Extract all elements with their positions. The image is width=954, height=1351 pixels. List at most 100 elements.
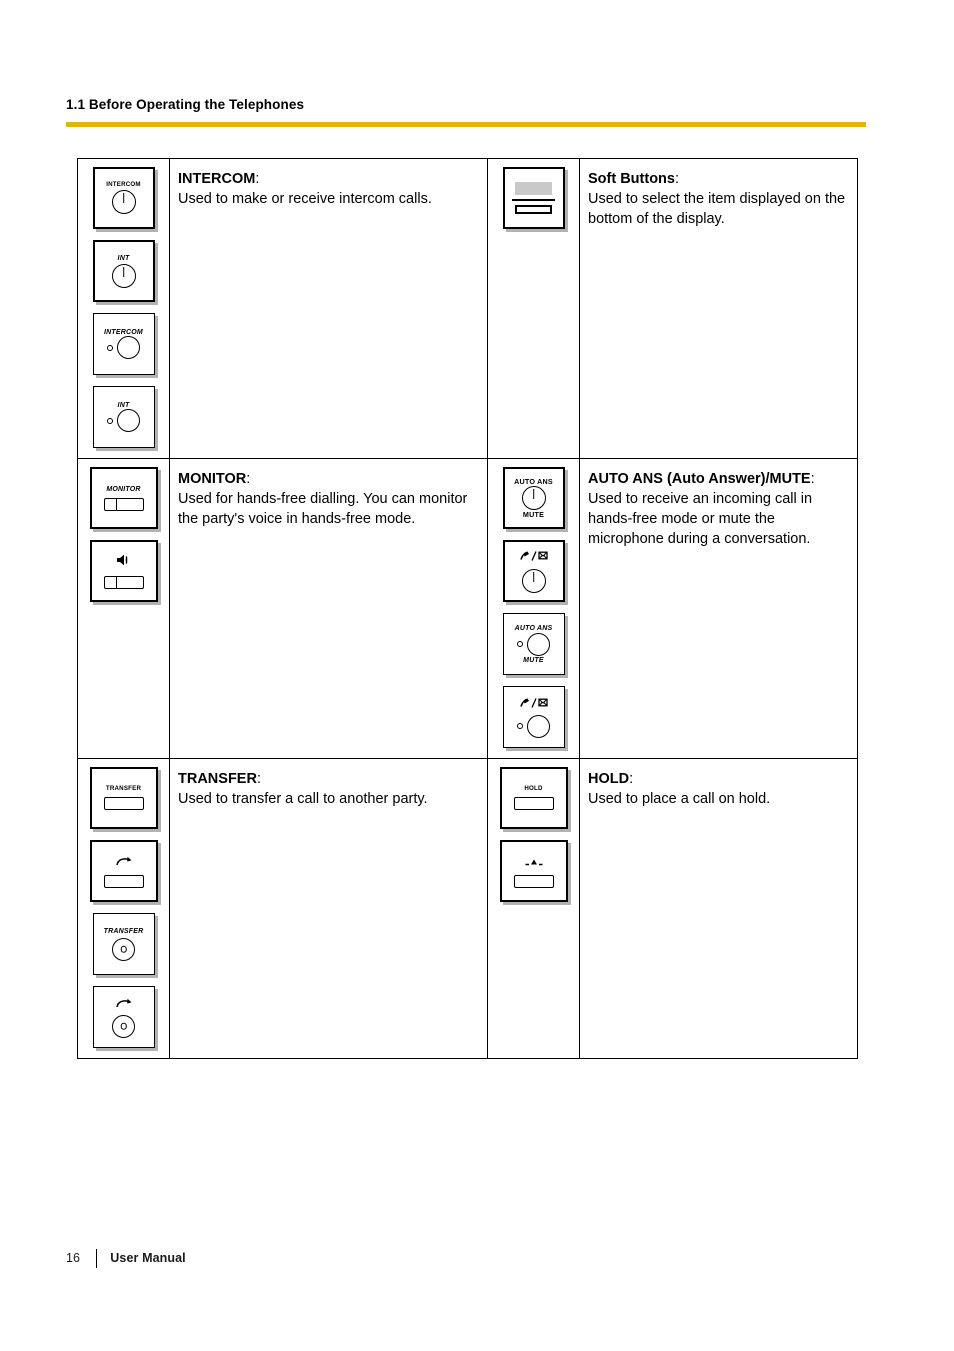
round-key-icon xyxy=(117,336,140,359)
colon: : xyxy=(246,471,251,487)
key-label: INTERCOM xyxy=(104,329,143,336)
transfer-key-bar: TRANSFER xyxy=(89,767,158,829)
page-header: 1.1 Before Operating the Telephones xyxy=(66,97,866,127)
transfer-title: TRANSFER xyxy=(178,771,257,787)
page-number: 16 xyxy=(66,1251,80,1265)
auto-ans-mute-key-icons-cell: AUTO ANS MUTE AUTO ANS MUTE xyxy=(487,458,580,759)
monitor-key-bar: MONITOR xyxy=(89,467,158,529)
hold-key-icons-cell: HOLD xyxy=(487,758,580,1059)
soft-buttons-description-cell: Soft Buttons: Used to select the item di… xyxy=(579,158,858,459)
auto-ans-mute-title: AUTO ANS (Auto Answer)/MUTE xyxy=(588,471,811,487)
monitor-description-cell: MONITOR: Used for hands-free dialling. Y… xyxy=(169,458,488,759)
key-label: AUTO ANS xyxy=(514,624,553,632)
transfer-arrow-icon xyxy=(114,997,134,1013)
led-indicator-icon xyxy=(107,344,113,351)
round-notch-icon xyxy=(521,568,546,593)
colon: : xyxy=(255,171,260,187)
auto-ans-mute-body: Used to receive an incoming call in hand… xyxy=(588,491,813,547)
display-area-icon xyxy=(515,181,552,195)
intercom-key-led-round: INTERCOM xyxy=(92,313,155,375)
soft-buttons-display-key xyxy=(502,167,565,229)
footer-divider xyxy=(95,1248,98,1268)
soft-buttons-body: Used to select the item displayed on the… xyxy=(588,191,846,227)
round-key-icon xyxy=(527,714,550,738)
page-title: 1.1 Before Operating the Telephones xyxy=(66,97,305,112)
monitor-key-icons-cell: MONITOR xyxy=(77,458,170,759)
bar-key-icon xyxy=(513,874,554,888)
bar-key-icon xyxy=(103,797,144,811)
bar-key-icon xyxy=(103,497,144,511)
transfer-body: Used to transfer a call to another party… xyxy=(178,791,428,807)
table-row: TRANSFER TRANSFER TRANSFER: Used to tran… xyxy=(77,758,858,1059)
led-and-round-key-icon xyxy=(517,714,550,738)
auto-ans-mute-glyph-key-round-notch xyxy=(502,540,565,602)
round-notch-icon xyxy=(111,190,136,215)
colon: : xyxy=(674,171,680,187)
auto-ans-mute-key-led-round: AUTO ANS MUTE xyxy=(502,613,565,675)
page-footer: 16 User Manual xyxy=(66,1248,186,1268)
hold-key-glyph-bar xyxy=(499,840,568,902)
transfer-key-round-dot: TRANSFER xyxy=(92,913,155,975)
button-reference-table: INTERCOM INT INTERCOM INT INTERCOM: Used… xyxy=(77,158,858,1059)
key-label-bottom: MUTE xyxy=(523,656,544,664)
intercom-key-round-notch: INTERCOM xyxy=(92,167,155,229)
bar-key-icon xyxy=(103,874,144,888)
int-key-led-round: INT xyxy=(92,386,155,448)
display-divider-icon xyxy=(512,198,555,202)
mic-mute-icon xyxy=(519,550,549,566)
round-dot-key-icon xyxy=(112,1014,135,1038)
auto-ans-mute-description-cell: AUTO ANS (Auto Answer)/MUTE: Used to rec… xyxy=(579,458,858,759)
int-key-round-notch: INT xyxy=(92,240,155,302)
led-indicator-icon xyxy=(107,417,113,424)
key-label: MONITOR xyxy=(106,485,141,493)
round-key-icon xyxy=(527,632,550,656)
speaker-icon xyxy=(116,553,132,571)
auto-ans-mute-glyph-key-led-round xyxy=(502,686,565,748)
intercom-key-icons-cell: INTERCOM INT INTERCOM INT xyxy=(77,158,170,459)
colon: : xyxy=(256,771,261,787)
monitor-key-speaker-bar xyxy=(89,540,158,602)
transfer-key-arrow-round-dot xyxy=(92,986,155,1048)
led-and-round-key-icon xyxy=(517,632,550,656)
intercom-title: INTERCOM xyxy=(178,171,256,187)
table-row: MONITOR MONITOR: Used for hands-free dia… xyxy=(77,458,858,759)
key-label: TRANSFER xyxy=(105,784,142,792)
monitor-title: MONITOR xyxy=(178,471,247,487)
colon: : xyxy=(629,771,634,787)
round-notch-icon xyxy=(111,263,136,288)
intercom-body: Used to make or receive intercom calls. xyxy=(178,191,432,207)
monitor-body: Used for hands-free dialling. You can mo… xyxy=(178,491,468,527)
key-label: HOLD xyxy=(524,784,543,792)
soft-buttons-title: Soft Buttons xyxy=(588,171,675,187)
led-and-round-key-icon xyxy=(107,409,140,432)
hold-description-cell: HOLD: Used to place a call on hold. xyxy=(579,758,858,1059)
key-label: AUTO ANS xyxy=(514,476,553,486)
key-label: INT xyxy=(117,402,130,409)
led-indicator-icon xyxy=(517,641,523,647)
transfer-key-icons-cell: TRANSFER TRANSFER xyxy=(77,758,170,1059)
key-label: INT xyxy=(117,254,130,262)
round-key-icon xyxy=(117,409,140,432)
soft-button-bar-icon xyxy=(515,205,552,215)
table-row: INTERCOM INT INTERCOM INT INTERCOM: Used… xyxy=(77,158,858,459)
soft-buttons-key-icons-cell xyxy=(487,158,580,459)
hold-body: Used to place a call on hold. xyxy=(588,791,771,807)
key-label-bottom: MUTE xyxy=(522,510,545,519)
transfer-arrow-icon xyxy=(114,855,134,871)
led-indicator-icon xyxy=(517,723,523,729)
auto-ans-mute-key-round-notch: AUTO ANS MUTE xyxy=(502,467,565,529)
key-label: TRANSFER xyxy=(103,927,144,935)
key-label: INTERCOM xyxy=(106,180,141,188)
hold-icon xyxy=(523,855,545,871)
hold-key-bar: HOLD xyxy=(499,767,568,829)
mic-mute-icon xyxy=(519,697,549,713)
header-rule xyxy=(66,121,866,127)
hold-title: HOLD xyxy=(588,771,630,787)
bar-key-icon xyxy=(513,797,554,811)
intercom-description-cell: INTERCOM: Used to make or receive interc… xyxy=(169,158,488,459)
round-notch-icon xyxy=(521,486,546,510)
transfer-description-cell: TRANSFER: Used to transfer a call to ano… xyxy=(169,758,488,1059)
led-and-round-key-icon xyxy=(107,336,140,359)
colon: : xyxy=(810,471,815,487)
transfer-key-arrow-bar xyxy=(89,840,158,902)
